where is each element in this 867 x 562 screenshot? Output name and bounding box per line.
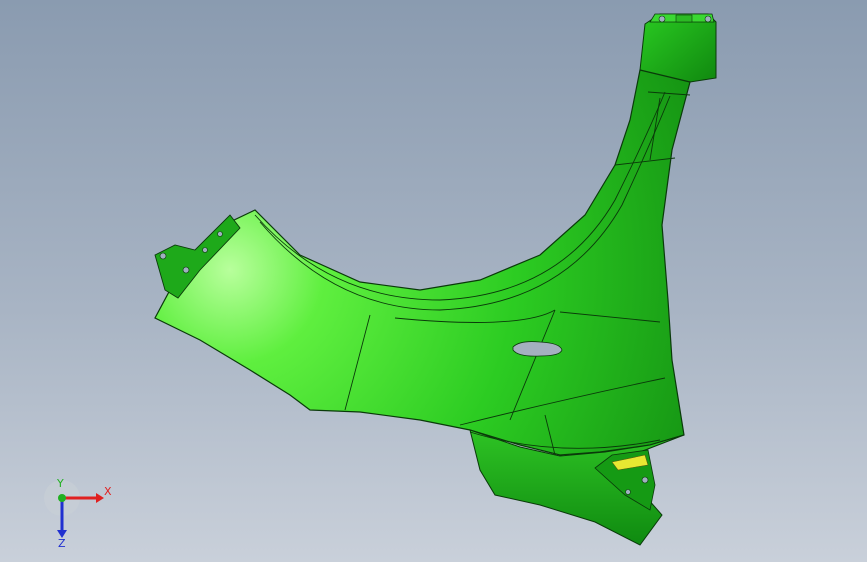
x-axis-arrow — [96, 493, 104, 503]
bracket-hole — [658, 15, 666, 23]
axis-triad[interactable]: X Y Z — [40, 478, 120, 548]
tab-hole — [217, 231, 223, 237]
recess-hole — [625, 489, 631, 495]
fender-3d-model[interactable] — [0, 0, 867, 562]
tab-hole — [202, 247, 208, 253]
z-axis-label: Z — [58, 537, 66, 548]
bracket-hole — [704, 15, 712, 23]
recess-hole — [641, 476, 649, 484]
tab-hole — [159, 252, 167, 260]
top-bracket — [639, 13, 717, 83]
y-axis-label: Y — [56, 478, 64, 490]
bracket-slot — [675, 14, 693, 23]
3d-viewport[interactable]: X Y Z — [0, 0, 867, 562]
fender-body — [154, 69, 691, 456]
y-axis-dot — [58, 494, 66, 502]
tab-hole — [182, 266, 190, 274]
x-axis-label: X — [104, 485, 112, 498]
